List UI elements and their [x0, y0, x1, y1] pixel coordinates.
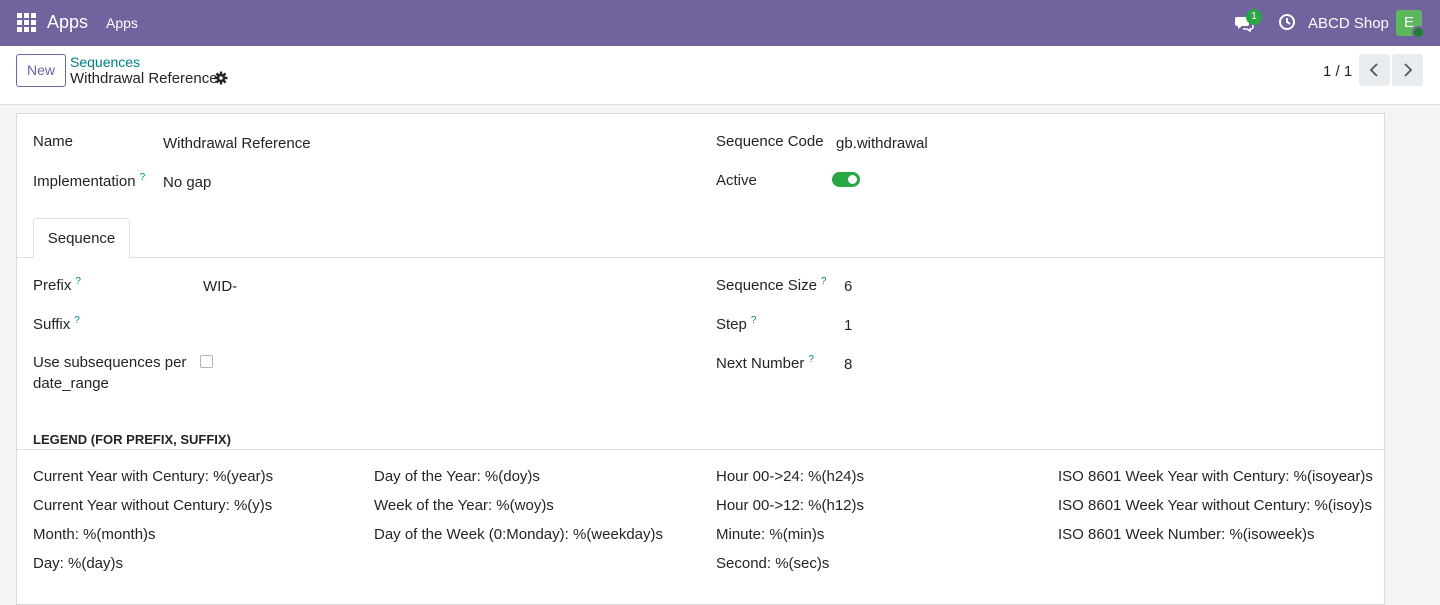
prefix-help-icon[interactable]: ?: [75, 276, 81, 287]
new-button[interactable]: New: [16, 54, 66, 87]
app-grid-icon[interactable]: [17, 13, 36, 32]
suffix-label: Suffix?: [33, 315, 80, 333]
app-brand[interactable]: Apps: [47, 12, 88, 33]
implementation-label-text: Implementation: [33, 173, 136, 190]
sequence-size-label: Sequence Size?: [716, 276, 826, 294]
pager-previous-button[interactable]: [1359, 54, 1390, 86]
legend-item: ISO 8601 Week Number: %(isoweek)s: [1058, 526, 1315, 543]
legend-item: ISO 8601 Week Year with Century: %(isoye…: [1058, 468, 1373, 485]
next-number-label-text: Next Number: [716, 355, 805, 372]
legend-item: Minute: %(min)s: [716, 526, 825, 543]
breadcrumb-sequences[interactable]: Sequences: [70, 54, 140, 70]
sequence-size-field[interactable]: 6: [844, 278, 852, 295]
control-panel: New Sequences Withdrawal Reference 1 / 1: [0, 46, 1440, 105]
implementation-help-icon[interactable]: ?: [140, 172, 146, 183]
use-subsequences-checkbox[interactable]: [200, 355, 213, 368]
implementation-label: Implementation?: [33, 172, 145, 190]
subsequence-label-line2: date_range: [33, 375, 109, 392]
name-field[interactable]: Withdrawal Reference: [163, 135, 311, 152]
suffix-label-text: Suffix: [33, 316, 71, 333]
sequence-size-help-icon[interactable]: ?: [821, 276, 827, 287]
name-label: Name: [33, 133, 74, 150]
legend-title: LEGEND (FOR PREFIX, SUFFIX): [33, 432, 231, 447]
prefix-field[interactable]: WID-: [203, 278, 237, 295]
active-toggle[interactable]: [832, 172, 860, 187]
chevron-right-icon: [1404, 63, 1413, 77]
form-sheet: Name Withdrawal Reference Implementation…: [16, 113, 1385, 605]
step-help-icon[interactable]: ?: [751, 315, 757, 326]
legend-item: ISO 8601 Week Year without Century: %(is…: [1058, 497, 1373, 514]
chat-count-badge: 1: [1246, 9, 1262, 25]
tab-bar-divider: [17, 257, 1384, 258]
company-switcher[interactable]: ABCD Shop: [1308, 15, 1389, 32]
implementation-field[interactable]: No gap: [163, 174, 211, 191]
legend-item: Week of the Year: %(woy)s: [374, 497, 554, 514]
tab-sequence[interactable]: Sequence: [33, 218, 130, 259]
gear-icon[interactable]: [214, 71, 228, 85]
top-navbar: Apps Apps 1 ABCD Shop E: [0, 0, 1440, 46]
legend-item: Day of the Year: %(doy)s: [374, 468, 540, 485]
legend-item: Hour 00->12: %(h12)s: [716, 497, 864, 514]
step-label: Step?: [716, 315, 756, 333]
step-field[interactable]: 1: [844, 317, 852, 334]
record-title: Withdrawal Reference: [70, 70, 218, 87]
pager-value[interactable]: 1 / 1: [1323, 63, 1352, 80]
prefix-label: Prefix?: [33, 276, 81, 294]
legend-divider: [17, 449, 1384, 450]
online-status-dot: [1412, 26, 1425, 39]
legend-item: Hour 00->24: %(h24)s: [716, 468, 864, 485]
next-number-help-icon[interactable]: ?: [808, 354, 814, 365]
legend-item: Current Year without Century: %(y)s: [33, 497, 273, 514]
subsequence-label-line1: Use subsequences per: [33, 354, 187, 371]
next-number-field[interactable]: 8: [844, 356, 852, 373]
step-label-text: Step: [716, 316, 747, 333]
suffix-help-icon[interactable]: ?: [74, 315, 80, 326]
active-label: Active: [716, 172, 757, 189]
legend-item: Month: %(month)s: [33, 526, 156, 543]
prefix-label-text: Prefix: [33, 277, 72, 294]
legend-item: Day of the Week (0:Monday): %(weekday)s: [374, 526, 664, 543]
sequence-code-label: Sequence Code: [716, 133, 824, 150]
legend-item: Second: %(sec)s: [716, 555, 830, 572]
activity-clock-icon[interactable]: [1278, 13, 1296, 31]
legend-item: Current Year with Century: %(year)s: [33, 468, 274, 485]
chevron-left-icon: [1369, 63, 1378, 77]
pager-next-button[interactable]: [1392, 54, 1423, 86]
menu-apps[interactable]: Apps: [106, 15, 138, 31]
sequence-code-field[interactable]: gb.withdrawal: [836, 135, 928, 152]
next-number-label: Next Number?: [716, 354, 814, 372]
sequence-size-label-text: Sequence Size: [716, 277, 817, 294]
legend-item: Day: %(day)s: [33, 555, 124, 572]
